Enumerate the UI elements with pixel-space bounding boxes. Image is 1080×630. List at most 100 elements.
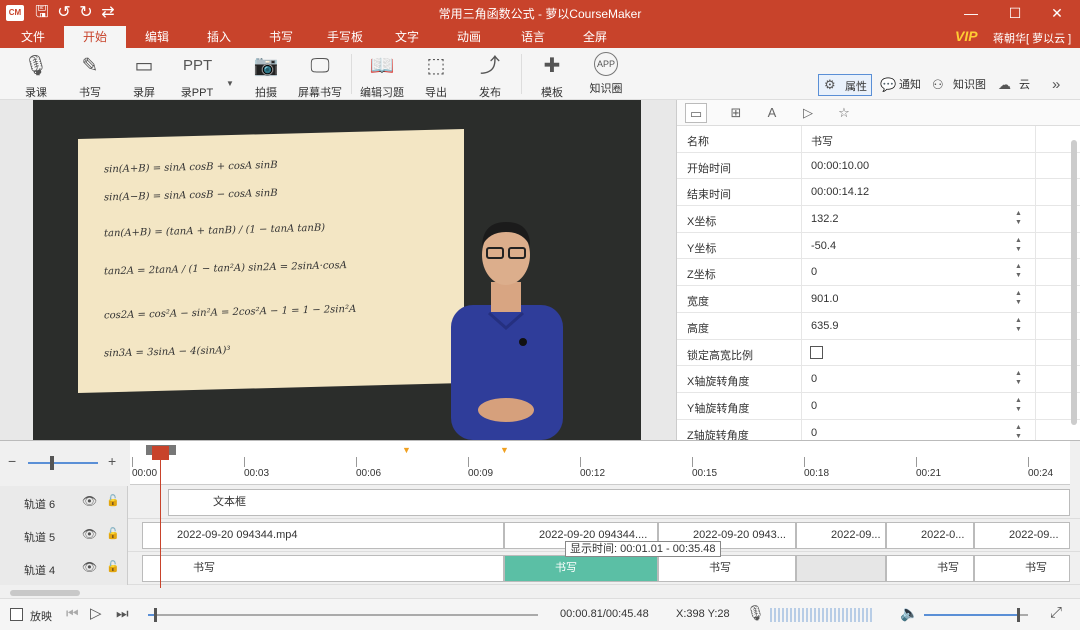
screen-record-button[interactable]: ▭ 录屏 (117, 50, 171, 99)
layout-icon[interactable]: ▭ (685, 103, 707, 123)
property-value[interactable]: 0 (811, 266, 817, 278)
timeline-clip-selected[interactable]: 书写 (504, 555, 658, 582)
people-icon[interactable]: ⚇ (932, 75, 944, 95)
timeline-clip[interactable]: 书写 (142, 555, 504, 582)
menu-insert[interactable]: 插入 (188, 26, 250, 48)
play-box-icon[interactable]: ▷ (797, 103, 819, 123)
progress-thumb[interactable] (154, 608, 158, 622)
spinner-icon[interactable]: ▲ ▼ (1015, 289, 1022, 307)
time-ruler[interactable]: ▼ ▼ 00:00 00:03 00:06 00:09 00:12 00:15 … (130, 441, 1070, 485)
more-icon[interactable]: » (1052, 75, 1060, 95)
menu-edit[interactable]: 编辑 (126, 26, 188, 48)
timeline-scrollbar[interactable] (0, 588, 1080, 598)
menu-fullscreen[interactable]: 全屏 (564, 26, 626, 48)
menu-start[interactable]: 开始 (64, 26, 126, 48)
photo-button[interactable]: 📷 拍摄 (239, 50, 293, 99)
property-value[interactable]: 132.2 (811, 213, 839, 225)
edit-exercise-button[interactable]: 📖 编辑习题 (355, 50, 409, 99)
template-button[interactable]: ✚ 模板 (525, 50, 579, 99)
lock-icon[interactable]: 🔓 (106, 494, 120, 507)
minimize-button[interactable]: — (948, 0, 994, 26)
spinner-icon[interactable]: ▲ ▼ (1015, 316, 1022, 334)
properties-scrollbar[interactable] (1070, 130, 1078, 430)
property-value[interactable]: 901.0 (811, 293, 839, 305)
progress-track[interactable] (148, 608, 538, 622)
maximize-button[interactable]: ☐ (992, 0, 1038, 26)
next-icon[interactable]: ⏭ (116, 605, 129, 622)
knowledge-map-tab[interactable]: 知识图 (953, 75, 986, 95)
ppt-dropdown-icon[interactable]: ▼ (226, 79, 234, 88)
zoom-slider-track[interactable] (28, 462, 98, 464)
properties-tab[interactable]: ⚙ 属性 (818, 74, 872, 96)
cloud-tab[interactable]: 云 (1019, 75, 1030, 95)
timeline-clip[interactable]: 书写 (974, 555, 1070, 582)
property-value[interactable]: 00:00:10.00 (811, 160, 869, 172)
spinner-icon[interactable]: ▲ ▼ (1015, 423, 1022, 441)
property-value[interactable]: 0 (811, 373, 817, 385)
marker-icon[interactable]: ▼ (500, 445, 509, 455)
zoom-out-icon[interactable]: − (8, 453, 16, 469)
lock-icon[interactable]: 🔓 (106, 560, 120, 573)
export-button[interactable]: ⬚ 导出 (409, 50, 463, 99)
property-value[interactable]: 书写 (811, 133, 833, 149)
play-icon[interactable]: ▷ (90, 604, 102, 622)
text-a-icon[interactable]: A (761, 103, 783, 123)
loop-checkbox[interactable] (10, 608, 23, 621)
eye-icon[interactable]: 👁 (82, 560, 97, 574)
eye-icon[interactable]: 👁 (82, 494, 97, 508)
record-lesson-button[interactable]: 🎙 录课 (9, 50, 63, 99)
timeline-clip[interactable]: 2022-09-20 094344.mp4 (142, 522, 504, 549)
playhead-knob[interactable] (152, 446, 169, 460)
volume-thumb[interactable] (1016, 608, 1020, 622)
chat-icon[interactable]: 💬 (880, 75, 896, 95)
record-ppt-button[interactable]: PPT 录PPT (170, 50, 224, 99)
property-value[interactable]: 00:00:14.12 (811, 186, 869, 198)
timeline-clip[interactable]: 文本框 (168, 489, 1070, 516)
spinner-icon[interactable]: ▲ ▼ (1015, 369, 1022, 387)
grid-icon[interactable]: ⊞ (725, 103, 747, 123)
zoom-slider-thumb[interactable] (50, 456, 54, 470)
write-button[interactable]: ✎ 书写 (63, 50, 117, 99)
timeline-clip-empty[interactable] (796, 555, 886, 582)
publish-button[interactable]: ⤴ 发布 (463, 50, 517, 99)
zoom-in-icon[interactable]: + (108, 453, 116, 469)
property-value[interactable]: 0 (811, 427, 817, 439)
speaker-icon[interactable]: 🔈 (900, 604, 919, 622)
microphone-icon[interactable]: 🎙 (746, 604, 765, 622)
volume-track[interactable] (924, 608, 1028, 622)
timeline-clip[interactable]: 书写 (658, 555, 796, 582)
vip-badge[interactable]: VIP (955, 28, 978, 44)
screen-write-button[interactable]: 🖵 屏幕书写 (293, 50, 347, 99)
playhead[interactable] (152, 446, 169, 592)
star-icon[interactable]: ☆ (833, 103, 855, 123)
property-value[interactable]: -50.4 (811, 240, 836, 252)
menu-language[interactable]: 语言 (502, 26, 564, 48)
marker-icon[interactable]: ▼ (402, 445, 411, 455)
timeline-clip[interactable]: 2022-09... (974, 522, 1070, 549)
notice-tab[interactable]: 通知 (899, 75, 921, 95)
menu-animation[interactable]: 动画 (438, 26, 500, 48)
menu-file[interactable]: 文件 (2, 26, 64, 48)
spinner-icon[interactable]: ▲ ▼ (1015, 209, 1022, 227)
menu-tablet[interactable]: 手写板 (314, 26, 376, 48)
fullscreen-icon[interactable]: ⤢ (1050, 604, 1062, 621)
close-button[interactable]: ✕ (1034, 0, 1080, 26)
cloud-icon[interactable]: ☁ (998, 75, 1011, 95)
spinner-icon[interactable]: ▲ ▼ (1015, 236, 1022, 254)
knowledge-circle-button[interactable]: APP 知识圈 (579, 50, 633, 98)
timeline-clip[interactable]: 2022-0... (886, 522, 974, 549)
lock-ratio-checkbox[interactable] (810, 345, 823, 359)
eye-icon[interactable]: 👁 (82, 527, 97, 541)
video-canvas[interactable]: sin(A+B) = sinA cosB + cosA sinB sin(A−B… (33, 100, 641, 440)
lock-icon[interactable]: 🔓 (106, 527, 120, 540)
property-value[interactable]: 635.9 (811, 320, 839, 332)
user-name[interactable]: 蒋朝华[ 萝以云 ] (993, 30, 1071, 46)
spinner-icon[interactable]: ▲ ▼ (1015, 262, 1022, 280)
spinner-icon[interactable]: ▲ ▼ (1015, 396, 1022, 414)
timeline-clip[interactable]: 书写 (886, 555, 974, 582)
menu-text[interactable]: 文字 (376, 26, 438, 48)
menu-write[interactable]: 书写 (250, 26, 312, 48)
property-value[interactable]: 0 (811, 400, 817, 412)
timeline-clip[interactable]: 2022-09... (796, 522, 886, 549)
prev-icon[interactable]: ⏮ (66, 605, 79, 622)
